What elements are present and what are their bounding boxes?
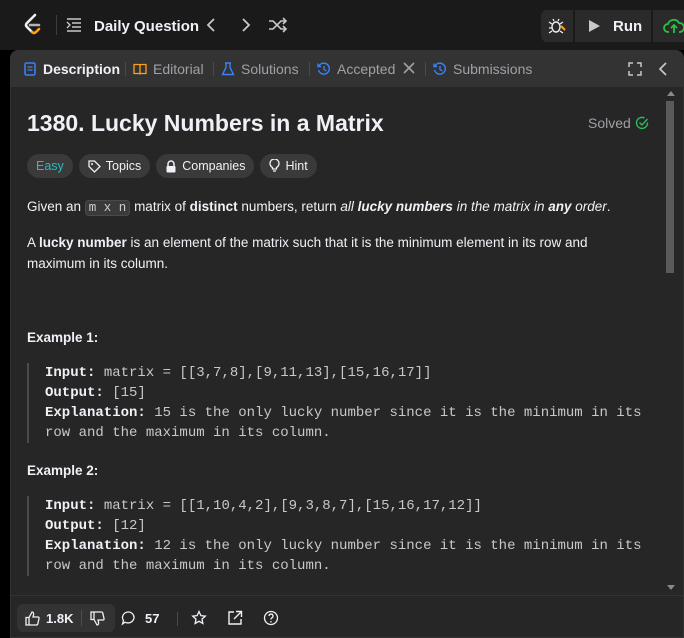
submit-button[interactable] (653, 10, 684, 42)
like-count: 1.8K (46, 610, 74, 626)
book-icon (133, 63, 147, 75)
example-1-block: Input: matrix = [[3,7,8],[9,11,13],[15,1… (27, 363, 647, 443)
lock-icon (166, 159, 176, 172)
chevron-left-icon[interactable] (203, 16, 221, 34)
comments-button[interactable]: 57 (121, 610, 159, 626)
topics-button[interactable]: Topics (78, 154, 151, 178)
example-1-heading: Example 1: (27, 330, 99, 345)
help-icon[interactable] (263, 610, 279, 626)
chevron-right-icon[interactable] (236, 16, 254, 34)
example-2-block: Input: matrix = [[1,10,4,2],[9,3,8,7],[1… (27, 496, 647, 576)
tab-solutions[interactable]: Solutions (221, 51, 299, 87)
like-dislike-group: 1.8K (17, 604, 115, 632)
hint-button[interactable]: Hint (260, 154, 317, 178)
companies-label: Companies (182, 159, 246, 173)
tab-solutions-label: Solutions (241, 61, 299, 77)
statement-paragraph-2: A lucky number is an element of the matr… (27, 235, 588, 271)
tab-accepted[interactable]: Accepted (317, 51, 395, 87)
list-icon[interactable] (66, 17, 82, 33)
run-button[interactable]: Run (575, 10, 651, 42)
tab-separator (213, 62, 214, 76)
check-circle-icon (635, 116, 649, 130)
inline-code: m x n (84, 200, 131, 216)
hint-label: Hint (285, 159, 308, 173)
thumbs-up-icon[interactable] (25, 610, 40, 626)
example-2-heading: Example 2: (27, 463, 99, 478)
tab-submissions-label: Submissions (453, 61, 533, 77)
tab-editorial-label: Editorial (153, 61, 204, 77)
lightbulb-icon (269, 159, 281, 172)
description-panel: Description Editorial Solutions Accepted (10, 50, 684, 638)
tab-separator (309, 62, 310, 76)
comment-count: 57 (145, 610, 160, 626)
leetcode-logo[interactable] (20, 12, 46, 38)
tab-bar: Description Editorial Solutions Accepted (11, 51, 683, 87)
comment-icon (121, 611, 135, 626)
shuffle-icon[interactable] (268, 16, 288, 34)
scroll-down-arrow[interactable] (667, 585, 675, 590)
difficulty-badge: Easy (27, 154, 73, 178)
tab-accepted-label: Accepted (337, 61, 396, 77)
share-icon[interactable] (227, 610, 243, 626)
scroll-up-arrow[interactable] (667, 91, 675, 96)
bottom-bar: 1.8K 57 (11, 595, 683, 637)
tab-editorial[interactable]: Editorial (133, 51, 204, 87)
top-nav: Daily Question Run (0, 0, 684, 50)
problem-content: 1380. Lucky Numbers in a Matrix Solved E… (11, 87, 663, 595)
history-icon (317, 62, 330, 75)
companies-button[interactable]: Companies (156, 154, 255, 178)
tag-list: Easy Topics Companies Hint (27, 154, 323, 178)
history-icon (433, 62, 446, 75)
tab-separator (125, 62, 126, 76)
scroll-thumb[interactable] (666, 101, 674, 273)
tab-separator (425, 62, 426, 76)
run-label: Run (613, 17, 643, 35)
play-icon (589, 20, 600, 32)
upload-cloud-icon (663, 18, 684, 33)
star-icon[interactable] (191, 610, 207, 626)
solved-label: Solved (588, 115, 631, 131)
flask-icon (221, 62, 235, 76)
chevron-left-icon[interactable] (656, 61, 670, 77)
solved-status: Solved (588, 115, 649, 131)
document-icon (24, 62, 36, 76)
tab-submissions[interactable]: Submissions (433, 51, 532, 87)
nav-divider (56, 15, 57, 35)
debug-icon (548, 18, 566, 34)
statement-paragraph-1: Given an m x n matrix of distinct number… (27, 199, 611, 216)
scrollbar[interactable] (663, 87, 677, 595)
close-icon[interactable] (402, 61, 416, 75)
problem-title[interactable]: 1380. Lucky Numbers in a Matrix (27, 110, 384, 137)
debug-button[interactable] (541, 10, 573, 42)
thumbs-down-icon[interactable] (90, 610, 106, 626)
daily-question-title[interactable]: Daily Question (94, 18, 199, 35)
expand-icon[interactable] (628, 62, 642, 76)
tab-description[interactable]: Description (23, 51, 120, 87)
topics-label: Topics (105, 159, 142, 173)
tag-icon (88, 159, 101, 173)
like-separator (81, 610, 83, 626)
bottom-separator (177, 612, 178, 626)
tab-description-label: Description (43, 61, 121, 77)
